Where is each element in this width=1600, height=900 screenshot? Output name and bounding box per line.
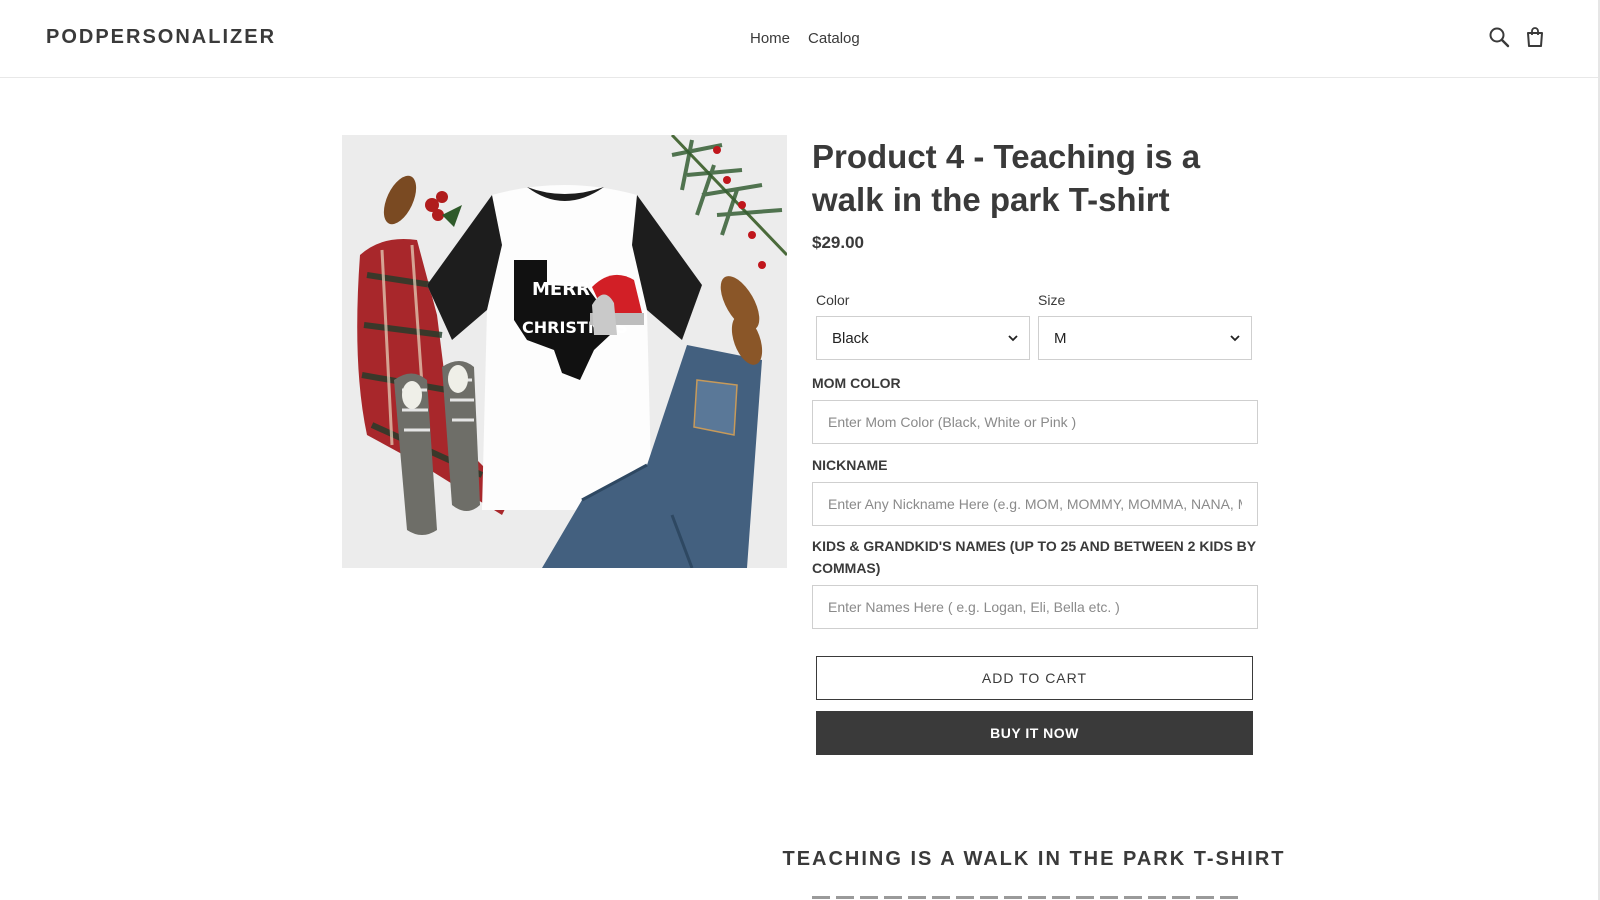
- header-icons: [1488, 26, 1546, 48]
- add-to-cart-button[interactable]: ADD TO CART: [816, 656, 1253, 700]
- color-selector-group: Color Black: [816, 292, 1030, 360]
- nav-home[interactable]: Home: [750, 30, 790, 47]
- mom-color-label: MOM COLOR: [812, 375, 901, 391]
- variant-selectors: Color Black Size M: [816, 292, 1252, 360]
- color-label: Color: [816, 292, 850, 308]
- description-heading: TEACHING IS A WALK IN THE PARK T-SHIRT: [782, 848, 1286, 870]
- nickname-input[interactable]: [812, 482, 1258, 526]
- site-logo[interactable]: PODPERSONALIZER: [46, 26, 276, 49]
- product-details: Product 4 - Teaching is a walk in the pa…: [812, 135, 1258, 755]
- color-select-value: Black: [832, 330, 869, 347]
- product-title: Product 4 - Teaching is a walk in the pa…: [812, 138, 1201, 218]
- main-nav: Home Catalog: [750, 30, 860, 47]
- nav-catalog[interactable]: Catalog: [808, 30, 860, 47]
- mom-color-field-group: MOM COLOR: [812, 372, 1258, 444]
- svg-text:MERRY: MERRY: [532, 279, 603, 300]
- cart-icon[interactable]: [1524, 26, 1546, 48]
- product-price: $29.00: [812, 233, 864, 252]
- size-label: Size: [1038, 292, 1066, 308]
- site-header: PODPERSONALIZER Home Catalog: [0, 0, 1600, 78]
- nickname-field-group: NICKNAME: [812, 454, 1258, 526]
- mom-color-input[interactable]: [812, 400, 1258, 444]
- product-image[interactable]: MERRY CHRISTMAS: [342, 135, 787, 568]
- kids-names-field-group: KIDS & GRANDKID'S NAMES (UP TO 25 AND BE…: [812, 535, 1258, 629]
- kids-names-input[interactable]: [812, 585, 1258, 629]
- nickname-label: NICKNAME: [812, 457, 888, 473]
- size-select[interactable]: M: [1038, 316, 1252, 360]
- size-selector-group: Size M: [1038, 292, 1252, 360]
- buy-it-now-button[interactable]: BUY IT NOW: [816, 711, 1253, 755]
- search-icon[interactable]: [1488, 26, 1510, 48]
- size-select-value: M: [1054, 330, 1067, 347]
- kids-names-label: KIDS & GRANDKID'S NAMES (UP TO 25 AND BE…: [812, 538, 1256, 576]
- color-select[interactable]: Black: [816, 316, 1030, 360]
- description-text-cutoff: [812, 893, 1242, 900]
- chevron-down-icon: [1007, 331, 1019, 343]
- chevron-down-icon: [1229, 331, 1241, 343]
